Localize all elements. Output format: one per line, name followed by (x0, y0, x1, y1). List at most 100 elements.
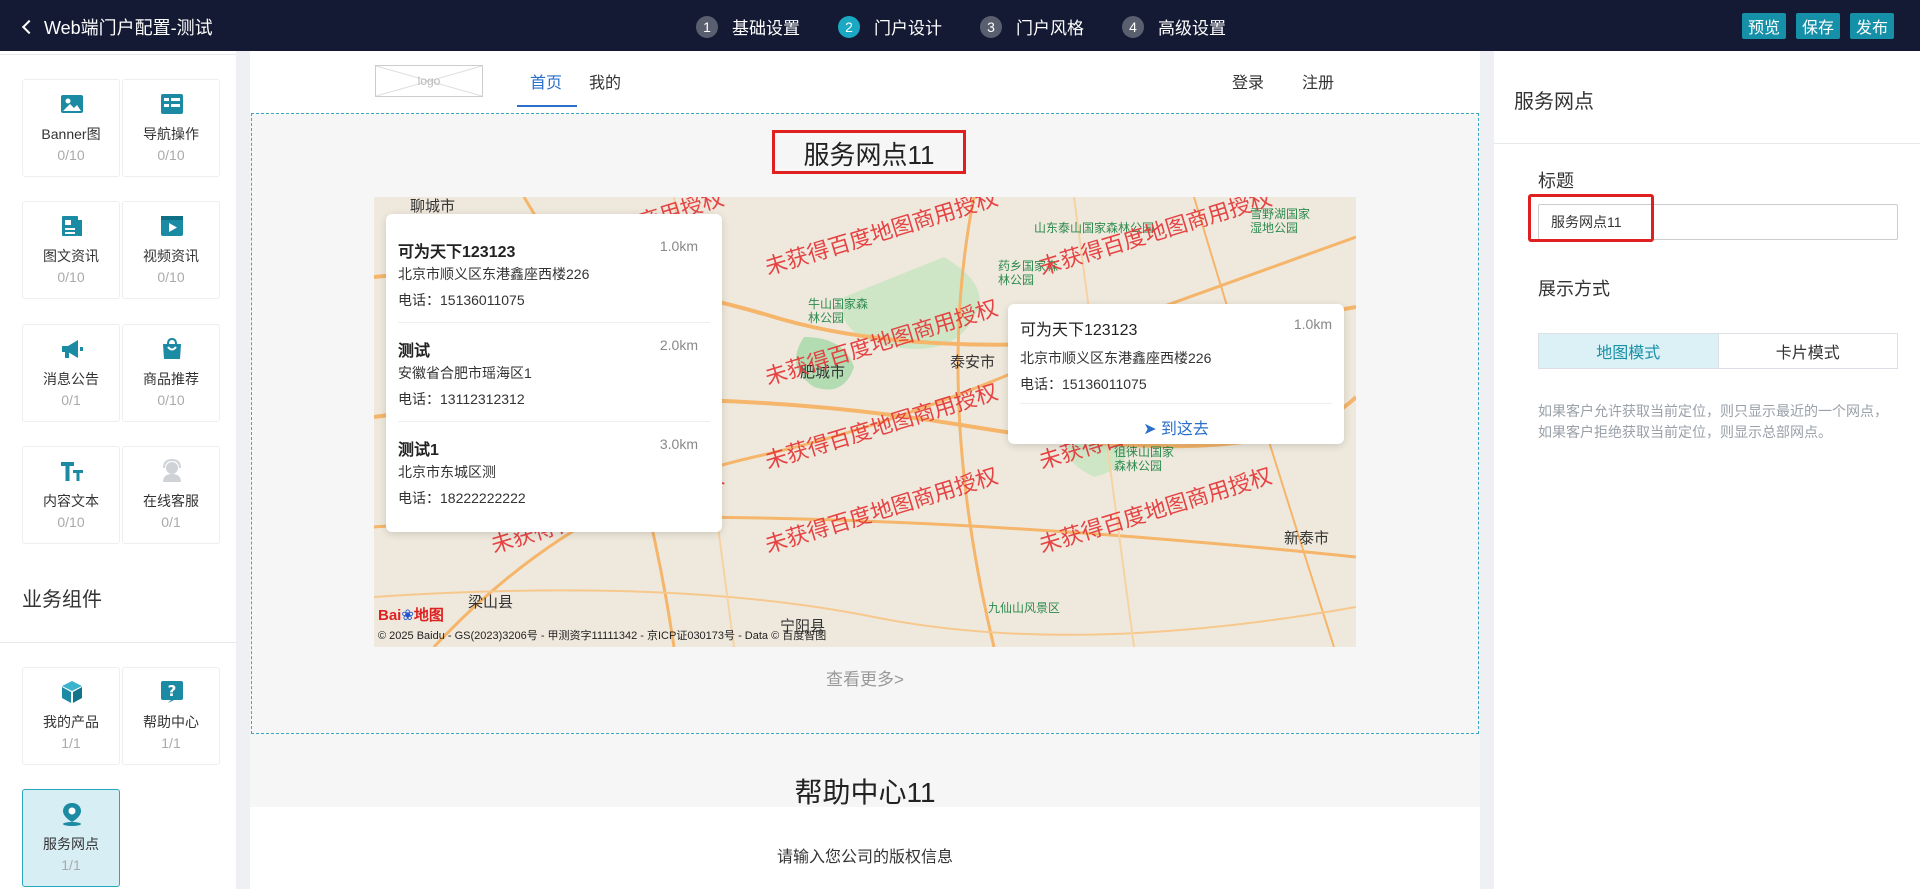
component-count: 0/10 (57, 147, 85, 163)
component-product-recommend[interactable]: 商品推荐 0/10 (122, 324, 220, 422)
outlet-distance: 1.0km (659, 238, 698, 254)
component-banner[interactable]: Banner图 0/10 (22, 79, 120, 177)
view-more-link[interactable]: 查看更多> (250, 665, 1480, 690)
steps-nav: 1 基础设置 2 门户设计 3 门户风格 4 高级设置 (696, 14, 1226, 39)
component-count: 1/1 (61, 735, 81, 751)
back-button[interactable]: Web端门户配置-测试 (21, 14, 213, 40)
register-link[interactable]: 注册 (1302, 69, 1334, 93)
step-style[interactable]: 3 门户风格 (980, 14, 1084, 39)
component-count: 0/1 (161, 514, 181, 530)
outlet-phone: 电话：15136011075 (398, 292, 525, 308)
component-count: 1/1 (61, 857, 81, 873)
logo-placeholder: logo (375, 65, 483, 97)
nav-icon (161, 94, 183, 114)
component-count: 0/1 (61, 392, 81, 408)
shopping-bag-icon (163, 337, 181, 359)
component-text[interactable]: 内容文本 0/10 (22, 446, 120, 544)
navigate-button[interactable]: ➤ 到这去 (1008, 415, 1344, 439)
component-nav[interactable]: 导航操作 0/10 (122, 79, 220, 177)
help-icon: ? (161, 681, 183, 703)
city-label: 梁山县 (468, 594, 514, 611)
outlet-address: 北京市东城区测 (398, 464, 496, 480)
component-count: 0/10 (57, 514, 85, 530)
image-icon (61, 95, 83, 113)
component-video[interactable]: 视频资讯 0/10 (122, 201, 220, 299)
portal-nav: logo 首页 我的 登录 注册 (250, 51, 1480, 113)
city-label: 新泰市 (1284, 530, 1330, 547)
divider (398, 322, 710, 323)
navigate-label: 到这去 (1160, 421, 1209, 438)
component-name: Banner图 (41, 126, 101, 142)
step-number: 1 (696, 15, 718, 38)
baidu-logo-text: Bai (378, 607, 402, 624)
location-icon (63, 803, 81, 826)
input-highlight-box (1528, 194, 1654, 242)
customer-service-icon (163, 459, 181, 482)
step-label: 基础设置 (732, 19, 800, 38)
copyright-text: 请输入您公司的版权信息 (776, 849, 953, 866)
baidu-map[interactable]: 聊城市 泰安市 肥城市 梁山县 宁阳县 新泰市 山东泰山国家森林公园 药乡国家森… (374, 197, 1356, 647)
article-icon (62, 216, 82, 236)
preview-button[interactable]: 预览 (1741, 13, 1786, 39)
step-advanced[interactable]: 4 高级设置 (1122, 14, 1226, 39)
publish-button[interactable]: 发布 (1849, 13, 1894, 39)
component-count: 0/10 (157, 147, 185, 163)
component-count: 0/10 (157, 269, 185, 285)
outlet-phone: 电话：13112312312 (398, 391, 525, 407)
outlet-phone: 电话：18222222222 (398, 490, 526, 506)
step-label: 高级设置 (1158, 19, 1226, 38)
text-icon (61, 462, 83, 481)
component-name: 视频资讯 (143, 248, 199, 264)
popup-outlet-phone: 电话：15136011075 (1020, 376, 1147, 392)
component-article[interactable]: 图文资讯 0/10 (22, 201, 120, 299)
baidu-paw-icon: ❀ (401, 607, 414, 624)
display-mode-toggle: 地图模式 卡片模式 (1538, 333, 1898, 369)
step-number: 4 (1122, 15, 1144, 38)
save-button[interactable]: 保存 (1795, 13, 1840, 39)
component-help-center[interactable]: ? 帮助中心 1/1 (122, 667, 220, 765)
section-title: 服务网点11 (803, 140, 935, 170)
divider (398, 421, 710, 422)
baidu-logo-text-2: 地图 (413, 607, 444, 624)
outlet-name: 测试1 (398, 442, 439, 459)
logo-text: logo (417, 74, 441, 88)
title-label: 标题 (1538, 171, 1574, 191)
component-customer-service[interactable]: 在线客服 0/1 (122, 446, 220, 544)
video-icon (161, 216, 183, 236)
step-basic[interactable]: 1 基础设置 (696, 14, 800, 39)
outlet-name: 可为天下123123 (398, 244, 516, 261)
component-name: 商品推荐 (143, 371, 199, 387)
help-center-title: 帮助中心11 (794, 777, 936, 808)
business-components-title: 业务组件 (22, 589, 102, 611)
divider (1020, 403, 1332, 404)
step-number: 2 (838, 15, 860, 38)
component-service-outlet[interactable]: 服务网点 1/1 (22, 789, 120, 887)
step-label: 门户风格 (1016, 19, 1084, 38)
top-bar: Web端门户配置-测试 1 基础设置 2 门户设计 3 门户风格 4 高级设置 预览 保… (0, 0, 1920, 51)
nav-active-indicator (517, 105, 577, 107)
map-copyright: © 2025 Baidu - GS(2023)3206号 - 甲测资字11111… (378, 630, 827, 642)
component-my-product[interactable]: 我的产品 1/1 (22, 667, 120, 765)
step-design[interactable]: 2 门户设计 (838, 14, 942, 39)
nav-home[interactable]: 首页 (530, 69, 562, 93)
poi-label: 牛山国家森林公园 (808, 297, 869, 325)
map-mode-option[interactable]: 地图模式 (1539, 334, 1719, 368)
nav-mine[interactable]: 我的 (589, 69, 621, 93)
component-count: 1/1 (161, 735, 181, 751)
footer: 请输入您公司的版权信息 (250, 807, 1480, 889)
outlet-distance: 3.0km (659, 436, 698, 452)
baidu-logo: Bai❀地图 (378, 604, 444, 625)
cube-icon (62, 681, 82, 703)
component-name: 内容文本 (43, 493, 99, 509)
outlet-list-panel: 可为天下123123 1.0km 北京市顺义区东港鑫座西楼226 电话：1513… (386, 214, 722, 532)
component-name: 导航操作 (143, 126, 199, 142)
component-name: 在线客服 (143, 493, 199, 509)
navigation-arrow-icon: ➤ (1143, 421, 1157, 438)
app-title: Web端门户配置-测试 (44, 18, 213, 38)
divider (0, 54, 236, 55)
card-mode-option[interactable]: 卡片模式 (1719, 334, 1898, 368)
step-number: 3 (980, 15, 1002, 38)
login-link[interactable]: 登录 (1232, 69, 1264, 93)
component-notice[interactable]: 消息公告 0/1 (22, 324, 120, 422)
design-canvas: logo 首页 我的 登录 注册 服务网点11 聊城市 泰安市 肥城市 梁山县 … (250, 51, 1480, 889)
